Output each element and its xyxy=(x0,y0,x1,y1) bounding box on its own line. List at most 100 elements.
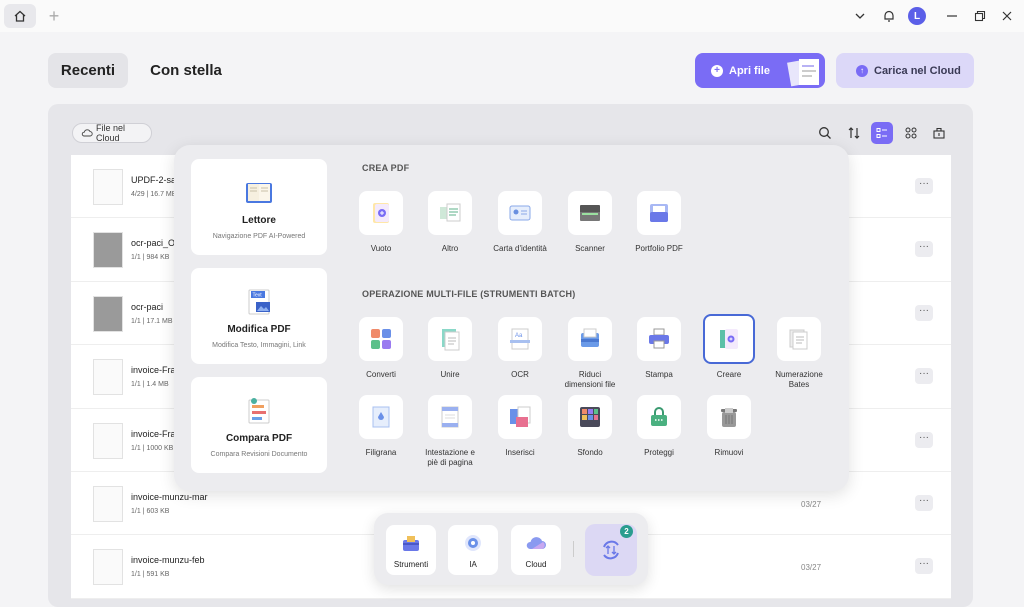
tool-print[interactable]: Stampa xyxy=(628,317,690,380)
file-date: 03/27 xyxy=(801,499,822,509)
dock-cloud-button[interactable]: Cloud xyxy=(511,525,561,575)
search-icon[interactable] xyxy=(814,122,836,144)
tool-other[interactable]: Altro xyxy=(419,191,481,254)
merge-icon xyxy=(442,329,460,351)
upload-arrow-icon: ↑ xyxy=(856,64,868,77)
tool-remove[interactable]: Rimuovi xyxy=(698,395,760,458)
reader-card[interactable]: Lettore Navigazione PDF AI-Powered xyxy=(191,159,327,255)
tool-label: Converti xyxy=(366,370,396,379)
create-pdf-icon xyxy=(720,329,738,349)
file-name: ocr-paci_O xyxy=(131,238,176,249)
file-date: 03/27 xyxy=(801,563,822,573)
ai-assistant-icon xyxy=(465,535,481,551)
background-icon xyxy=(580,407,600,427)
file-thumbnail xyxy=(93,169,123,205)
file-meta: 4/29 | 16.7 MB xyxy=(131,191,177,198)
scanner-icon xyxy=(580,205,600,221)
dock-tools-button[interactable]: Strumenti xyxy=(386,525,436,575)
compare-pdf-card[interactable]: Compara PDF Compara Revisioni Documento xyxy=(191,377,327,473)
more-options-button[interactable]: ··· xyxy=(915,494,933,511)
tool-label: Carta d'identità xyxy=(493,244,547,253)
tool-label: Rimuovi xyxy=(714,448,744,457)
compare-pdf-subtitle: Compara Revisioni Documento xyxy=(210,451,308,458)
tool-portfolio[interactable]: Portfolio PDF xyxy=(628,191,690,254)
edit-pdf-subtitle: Modifica Testo, Immagini, Link xyxy=(212,342,306,349)
file-name: invoice-munzu-feb xyxy=(131,555,205,566)
cloud-icon xyxy=(81,129,93,137)
file-thumbnail xyxy=(93,232,123,269)
tool-label: Stampa xyxy=(645,370,673,379)
more-options-button[interactable]: ··· xyxy=(915,304,933,321)
file-meta: 1/1 | 1000 KB xyxy=(131,444,174,452)
close-icon[interactable] xyxy=(997,6,1017,26)
grid-view-icon[interactable] xyxy=(900,122,922,144)
more-options-button[interactable]: ··· xyxy=(915,431,933,448)
file-thumbnail xyxy=(93,485,123,522)
tool-scanner[interactable]: Scanner xyxy=(559,191,621,254)
file-thumbnail xyxy=(93,359,123,396)
dock-divider xyxy=(573,541,574,557)
edit-text-icon: Text xyxy=(248,289,270,315)
tool-watermark[interactable]: Filigrana xyxy=(350,395,412,458)
home-tab[interactable] xyxy=(4,4,36,28)
tab-recenti[interactable]: Recenti xyxy=(48,53,128,88)
home-icon xyxy=(14,10,26,22)
dock-ai-button[interactable]: IA xyxy=(448,525,498,575)
tool-blank[interactable]: Vuoto xyxy=(350,191,412,254)
reader-subtitle: Navigazione PDF AI-Powered xyxy=(212,233,306,240)
more-options-button[interactable]: ··· xyxy=(915,368,933,385)
cloud-files-chip[interactable]: File nel Cloud xyxy=(72,123,152,143)
upload-cloud-button[interactable]: ↑ Carica nel Cloud xyxy=(836,53,974,88)
ocr-icon: Aa xyxy=(510,328,530,350)
tool-bates[interactable]: Numerazione Bates xyxy=(768,317,830,390)
tool-label: Unire xyxy=(440,370,460,379)
portfolio-icon xyxy=(650,204,668,222)
edit-pdf-card[interactable]: Text Modifica PDF Modifica Testo, Immagi… xyxy=(191,268,327,364)
tool-create[interactable]: Creare xyxy=(698,314,760,380)
more-options-button[interactable]: ··· xyxy=(915,241,933,258)
dock-label: Cloud xyxy=(525,560,547,569)
tool-insert[interactable]: Inserisci xyxy=(489,395,551,458)
list-view-icon[interactable] xyxy=(871,122,893,144)
sort-icon[interactable] xyxy=(843,122,865,144)
more-options-button[interactable]: ··· xyxy=(915,558,933,575)
tool-convert[interactable]: Converti xyxy=(350,317,412,380)
reader-title: Lettore xyxy=(242,215,276,226)
edit-pdf-title: Modifica PDF xyxy=(227,324,291,335)
restore-icon[interactable] xyxy=(970,6,990,26)
minimize-icon[interactable] xyxy=(942,6,962,26)
tools-popup: Lettore Navigazione PDF AI-Powered Text … xyxy=(174,145,849,491)
tool-label: OCR xyxy=(511,370,529,379)
file-name: UPDF-2-sa xyxy=(131,175,177,185)
tool-header-footer[interactable]: Intestazione e piè di pagina xyxy=(419,395,481,468)
tool-label: Creare xyxy=(716,370,742,379)
convert-icon xyxy=(371,329,391,349)
tool-compress[interactable]: Riduci dimensioni file xyxy=(559,317,621,390)
tool-label: Numerazione Bates xyxy=(775,370,823,389)
tool-merge[interactable]: Unire xyxy=(419,317,481,380)
tool-label: Intestazione e piè di pagina xyxy=(425,448,475,467)
lock-icon xyxy=(651,407,667,426)
chevron-down-icon[interactable] xyxy=(850,6,870,26)
blank-page-icon xyxy=(373,203,389,223)
compare-documents-icon xyxy=(248,398,270,424)
bell-icon[interactable] xyxy=(879,6,899,26)
printer-icon xyxy=(649,328,669,349)
tool-protect[interactable]: Proteggi xyxy=(628,395,690,458)
sync-tasks-icon xyxy=(603,540,619,560)
plus-circle-icon: + xyxy=(711,64,723,77)
new-tab-plus-icon[interactable]: + xyxy=(44,6,64,26)
tool-ocr[interactable]: Aa OCR xyxy=(489,317,551,380)
file-thumbnail xyxy=(93,295,123,332)
tool-id-card[interactable]: Carta d'identità xyxy=(489,191,551,254)
image-to-pdf-icon xyxy=(440,203,461,222)
open-file-button[interactable]: + Apri file xyxy=(695,53,825,88)
tab-con-stella[interactable]: Con stella xyxy=(140,53,232,88)
tool-background[interactable]: Sfondo xyxy=(559,395,621,458)
more-options-button[interactable]: ··· xyxy=(915,178,933,194)
batch-tools-icon[interactable] xyxy=(928,122,950,144)
upload-cloud-label: Carica nel Cloud xyxy=(874,64,961,77)
file-meta: 1/1 | 603 KB xyxy=(131,507,170,515)
bottom-dock: Strumenti IA Cloud xyxy=(374,513,648,585)
avatar[interactable]: L xyxy=(908,7,926,25)
